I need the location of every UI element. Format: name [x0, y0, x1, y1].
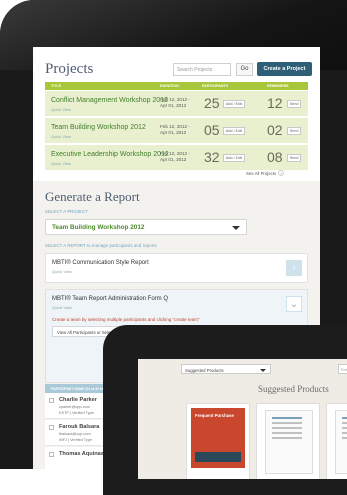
col-duration: DURATION [160, 84, 179, 88]
product-card[interactable] [326, 403, 347, 479]
participant-type: INFJ | Verified Type [59, 438, 92, 442]
suggested-products-select[interactable]: Suggested Products [181, 364, 271, 374]
project-row[interactable]: Executive Leadership Workshop 2012 Quick… [45, 145, 308, 171]
project-row[interactable]: Conflict Management Workshop 2012 Quick … [45, 91, 308, 117]
product-card[interactable] [256, 403, 320, 479]
participant-email: cparker@cpp.com [59, 405, 90, 409]
product-thumbnail [335, 410, 347, 474]
chevron-right-icon[interactable]: › [286, 260, 302, 276]
selected-project: Team Building Workshop 2012 [52, 224, 145, 231]
projects-table-header: TITLE DURATION PARTICIPANTS REMINDERS [45, 82, 308, 90]
participant-name: Charlie Parker [59, 397, 97, 403]
report-card-communication[interactable]: MBTI® Communication Style Report Quick V… [45, 253, 308, 283]
product-thumbnail [265, 410, 313, 474]
search-projects-input[interactable]: Search Projects [173, 63, 231, 76]
reminder-count: 12 [267, 95, 283, 111]
participant-checkbox[interactable] [49, 425, 54, 430]
project-name[interactable]: Team Building Workshop 2012 [51, 124, 146, 131]
col-title: TITLE [51, 84, 61, 88]
participant-count: 05 [204, 122, 220, 138]
project-duration: Feb 12, 2012 - Apr 01, 2012 [160, 151, 190, 162]
col-reminders: REMINDERS [267, 84, 289, 88]
quick-view-link[interactable]: Quick View [51, 161, 71, 166]
report-title: Generate a Report [45, 189, 140, 204]
suggested-products-heading: Suggested Products [258, 384, 329, 394]
project-row[interactable]: Team Building Workshop 2012 Quick View F… [45, 118, 308, 144]
reminder-count: 08 [267, 149, 283, 165]
quick-view-link[interactable]: Quick View [52, 305, 72, 310]
participant-email: fbalsara@cpp.com [59, 432, 91, 436]
projects-panel: Projects Search Projects Go Create a Pro… [33, 47, 320, 181]
reminder-count: 02 [267, 122, 283, 138]
create-project-button[interactable]: Create a Project [257, 62, 312, 76]
project-duration: Feb 12, 2012 - Apr 01, 2012 [160, 97, 190, 108]
participant-count: 25 [204, 95, 220, 111]
project-select[interactable]: Team Building Workshop 2012 [45, 219, 247, 235]
select-project-label: SELECT A PROJECT [45, 209, 89, 214]
add-edit-button[interactable]: Add / Edit [223, 100, 245, 108]
quick-view-link[interactable]: Quick View [51, 134, 71, 139]
participant-count: 32 [204, 149, 220, 165]
add-edit-button[interactable]: Add / Edit [223, 154, 245, 162]
participant-name: Farouk Balsara [59, 424, 100, 430]
quick-view-link[interactable]: Quick View [51, 107, 71, 112]
send-button[interactable]: Send [287, 100, 301, 108]
product-label: Frequent Purchase [195, 413, 234, 418]
participant-name: Thomas Aquinas [59, 451, 104, 457]
suggested-select-value: Suggested Products [185, 367, 224, 373]
participant-checkbox[interactable] [49, 452, 54, 457]
create-team-instructions: Create a team by selecting multiple part… [52, 317, 200, 322]
col-participants: PARTICIPANTS [202, 84, 229, 88]
product-thumbnail: Frequent Purchase [191, 408, 245, 468]
report-title-team: MBTI® Team Report Administration Form Q [52, 296, 169, 302]
product-card[interactable]: Frequent Purchase [186, 403, 250, 479]
product-image [195, 452, 241, 462]
participant-checkbox[interactable] [49, 398, 54, 403]
chevron-down-icon [260, 368, 266, 372]
chevron-right-icon: › [278, 170, 285, 176]
projects-title: Projects [45, 61, 94, 77]
report-title-communication: MBTI® Communication Style Report [52, 260, 149, 266]
quick-view-link[interactable]: Quick View [52, 269, 72, 274]
enter-product-input[interactable]: Enter P [338, 364, 347, 374]
send-button[interactable]: Send [287, 154, 301, 162]
project-name[interactable]: Executive Leadership Workshop 2012 [51, 151, 169, 158]
see-all-projects-link[interactable]: See All Projects › [246, 170, 285, 176]
second-tablet-screen: Suggested Products Enter P Suggested Pro… [138, 359, 347, 479]
project-duration: Feb 12, 2012 - Apr 01, 2012 [160, 124, 190, 135]
add-edit-button[interactable]: Add / Edit [223, 127, 245, 135]
go-button[interactable]: Go [236, 63, 253, 76]
chevron-down-icon [232, 226, 240, 230]
chevron-down-icon[interactable]: ⌄ [286, 296, 302, 312]
participant-type: ESTP | Verified Type [59, 411, 94, 415]
project-name[interactable]: Conflict Management Workshop 2012 [51, 97, 168, 104]
send-button[interactable]: Send [287, 127, 301, 135]
select-report-label: SELECT A REPORT to manage participants a… [45, 243, 157, 248]
